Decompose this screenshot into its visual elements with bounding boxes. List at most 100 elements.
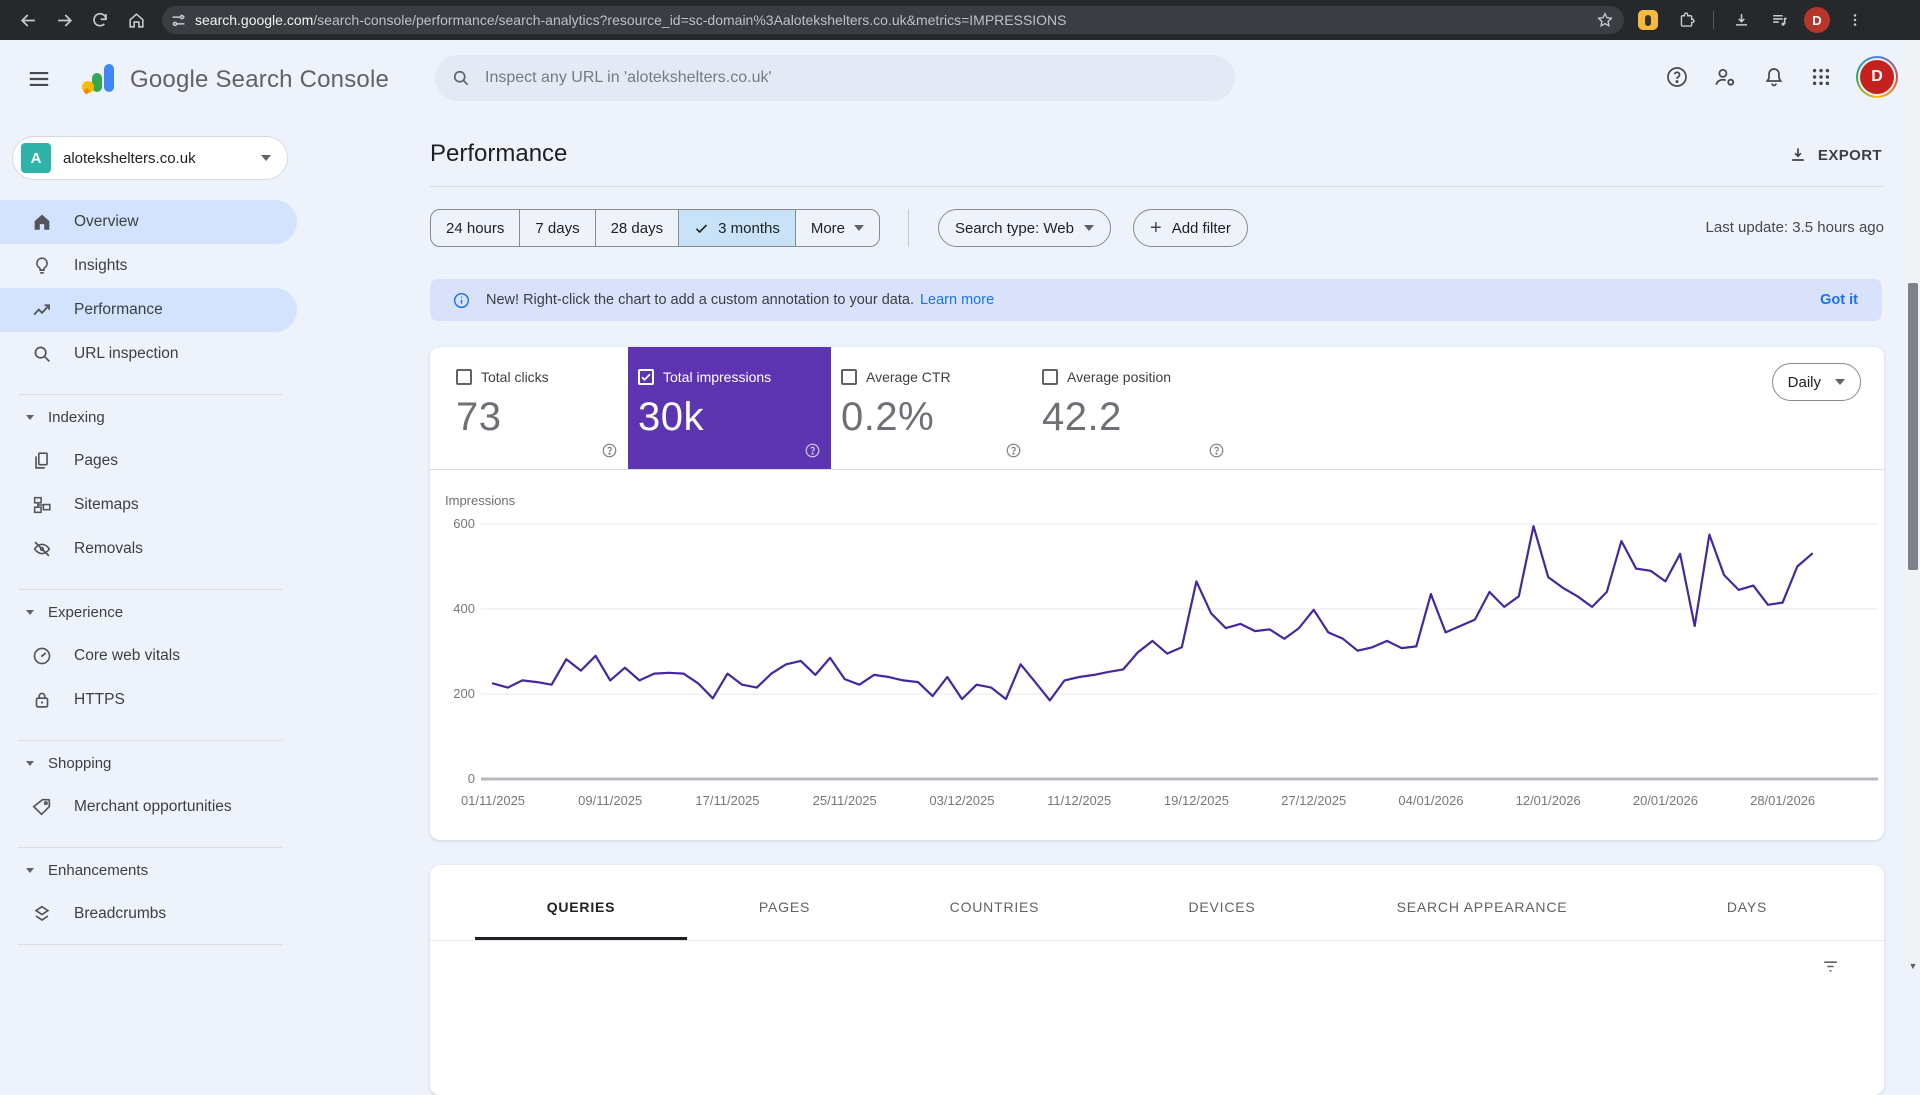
sidebar-section-shopping[interactable]: Shopping <box>0 741 300 785</box>
dimension-tabs: QUERIES PAGES COUNTRIES DEVICES SEARCH A… <box>475 877 1867 937</box>
svg-text:17/11/2025: 17/11/2025 <box>695 793 759 808</box>
sidebar-item-merchant-opportunities[interactable]: Merchant opportunities <box>0 785 300 829</box>
speedometer-icon <box>30 644 54 668</box>
tabs-divider <box>430 940 1884 941</box>
sitemap-tree-icon <box>30 493 54 517</box>
sidebar-item-breadcrumbs[interactable]: Breadcrumbs <box>0 892 300 936</box>
sidebar-section-enhancements[interactable]: Enhancements <box>0 848 300 892</box>
sidebar-item-insights[interactable]: Insights <box>0 244 300 288</box>
svg-text:01/11/2025: 01/11/2025 <box>461 793 525 808</box>
menu-hamburger-icon[interactable] <box>26 66 52 92</box>
date-filter-7-days[interactable]: 7 days <box>519 210 594 246</box>
tab-countries[interactable]: COUNTRIES <box>882 877 1107 937</box>
page-title: Performance <box>430 140 567 168</box>
learn-more-link[interactable]: Learn more <box>920 292 994 308</box>
downloads-icon[interactable] <box>1723 2 1759 38</box>
checkbox-unchecked[interactable] <box>1042 369 1058 385</box>
svg-text:200: 200 <box>453 686 475 701</box>
reload-icon[interactable] <box>82 2 118 38</box>
metric-tile-total-impressions[interactable]: Total impressions 30k <box>628 347 831 469</box>
chevron-down-icon <box>1835 379 1845 385</box>
export-button[interactable]: EXPORT <box>1788 145 1882 165</box>
help-circle-icon[interactable] <box>1005 442 1022 459</box>
property-name: alotekshelters.co.uk <box>63 150 261 167</box>
sidebar-item-removals[interactable]: Removals <box>0 527 300 571</box>
checkbox-unchecked[interactable] <box>456 369 472 385</box>
product-name: Google Search Console <box>130 66 389 94</box>
extension-badge-icon[interactable] <box>1630 2 1666 38</box>
reading-list-icon[interactable] <box>1761 2 1797 38</box>
date-filter-3-months[interactable]: 3 months <box>678 210 795 246</box>
check-icon <box>694 221 709 236</box>
metric-tile-average-position[interactable]: Average position 42.2 <box>1032 347 1235 469</box>
got-it-button[interactable]: Got it <box>1820 292 1860 308</box>
sidebar-item-performance[interactable]: Performance <box>0 288 297 332</box>
tab-queries[interactable]: QUERIES <box>475 877 687 937</box>
date-filter-28-days[interactable]: 28 days <box>595 210 679 246</box>
chevron-down-icon <box>1084 225 1094 231</box>
svg-text:400: 400 <box>453 601 475 616</box>
add-filter-button[interactable]: +Add filter <box>1133 209 1248 247</box>
metric-value: 42.2 <box>1042 395 1235 440</box>
svg-text:03/12/2025: 03/12/2025 <box>929 793 994 808</box>
sidebar-item-url-inspection[interactable]: URL inspection <box>0 332 300 376</box>
help-circle-icon[interactable] <box>601 442 618 459</box>
granularity-dropdown[interactable]: Daily <box>1772 363 1861 401</box>
google-apps-grid-icon[interactable] <box>1810 66 1832 88</box>
sidebar-item-core-web-vitals[interactable]: Core web vitals <box>0 634 300 678</box>
metric-value: 30k <box>638 395 831 440</box>
svg-text:0: 0 <box>468 771 475 786</box>
scrollbar-thumb[interactable] <box>1908 283 1918 570</box>
site-info-icon[interactable] <box>170 12 187 29</box>
checkbox-unchecked[interactable] <box>841 369 857 385</box>
checkbox-checked[interactable] <box>638 369 654 385</box>
plus-icon: + <box>1150 218 1162 238</box>
svg-text:12/01/2026: 12/01/2026 <box>1516 793 1581 808</box>
scrollbar-down-arrow[interactable]: ▼ <box>1908 961 1918 971</box>
help-icon[interactable] <box>1665 65 1689 89</box>
sidebar-item-pages[interactable]: Pages <box>0 439 300 483</box>
browser-menu-icon[interactable] <box>1837 2 1873 38</box>
svg-text:600: 600 <box>453 516 475 531</box>
lightbulb-icon <box>30 254 54 278</box>
back-icon[interactable] <box>10 2 46 38</box>
help-circle-icon[interactable] <box>804 442 821 459</box>
browser-profile-avatar[interactable]: D <box>1799 2 1835 38</box>
metric-tile-total-clicks[interactable]: Total clicks 73 <box>446 347 628 469</box>
sidebar-item-https[interactable]: HTTPS <box>0 678 300 722</box>
chevron-down-icon <box>261 155 271 161</box>
svg-text:20/01/2026: 20/01/2026 <box>1633 793 1698 808</box>
tab-devices[interactable]: DEVICES <box>1107 877 1337 937</box>
tab-pages[interactable]: PAGES <box>687 877 882 937</box>
property-selector[interactable]: A alotekshelters.co.uk <box>12 136 288 180</box>
page-scrollbar[interactable]: ▼ <box>1906 40 1920 974</box>
date-filter-more[interactable]: More <box>795 210 879 246</box>
search-type-dropdown[interactable]: Search type: Web <box>938 209 1111 247</box>
bookmark-star-icon[interactable] <box>1596 11 1614 29</box>
tab-search-appearance[interactable]: SEARCH APPEARANCE <box>1337 877 1627 937</box>
table-filter-icon[interactable] <box>1821 957 1840 976</box>
extensions-puzzle-icon[interactable] <box>1668 2 1704 38</box>
home-icon-browser[interactable] <box>118 2 154 38</box>
manage-users-icon[interactable] <box>1713 65 1738 90</box>
sidebar-item-overview[interactable]: Overview <box>0 200 297 244</box>
notifications-bell-icon[interactable] <box>1762 65 1786 89</box>
sidebar-section-experience[interactable]: Experience <box>0 590 300 634</box>
forward-icon[interactable] <box>46 2 82 38</box>
impressions-line-chart[interactable]: 600400200001/11/202509/11/202517/11/2025… <box>430 487 1884 832</box>
metric-value: 73 <box>456 395 628 440</box>
account-avatar[interactable]: D <box>1856 56 1898 98</box>
app-header: Google Search Console Inspect any URL in… <box>0 40 1920 116</box>
annotation-banner: New! Right-click the chart to add a cust… <box>430 279 1882 321</box>
tab-days[interactable]: DAYS <box>1627 877 1867 937</box>
sidebar-item-sitemaps[interactable]: Sitemaps <box>0 483 300 527</box>
sidebar-section-indexing[interactable]: Indexing <box>0 395 300 439</box>
toolbar-divider <box>1713 11 1714 29</box>
metric-tile-average-ctr[interactable]: Average CTR 0.2% <box>831 347 1032 469</box>
search-placeholder: Inspect any URL in 'alotekshelters.co.uk… <box>485 69 772 87</box>
help-circle-icon[interactable] <box>1208 442 1225 459</box>
price-tag-icon <box>30 795 54 819</box>
address-bar[interactable]: search.google.com/search-console/perform… <box>162 6 1624 34</box>
date-filter-24-hours[interactable]: 24 hours <box>431 210 519 246</box>
url-inspect-searchbox[interactable]: Inspect any URL in 'alotekshelters.co.uk… <box>435 55 1235 101</box>
